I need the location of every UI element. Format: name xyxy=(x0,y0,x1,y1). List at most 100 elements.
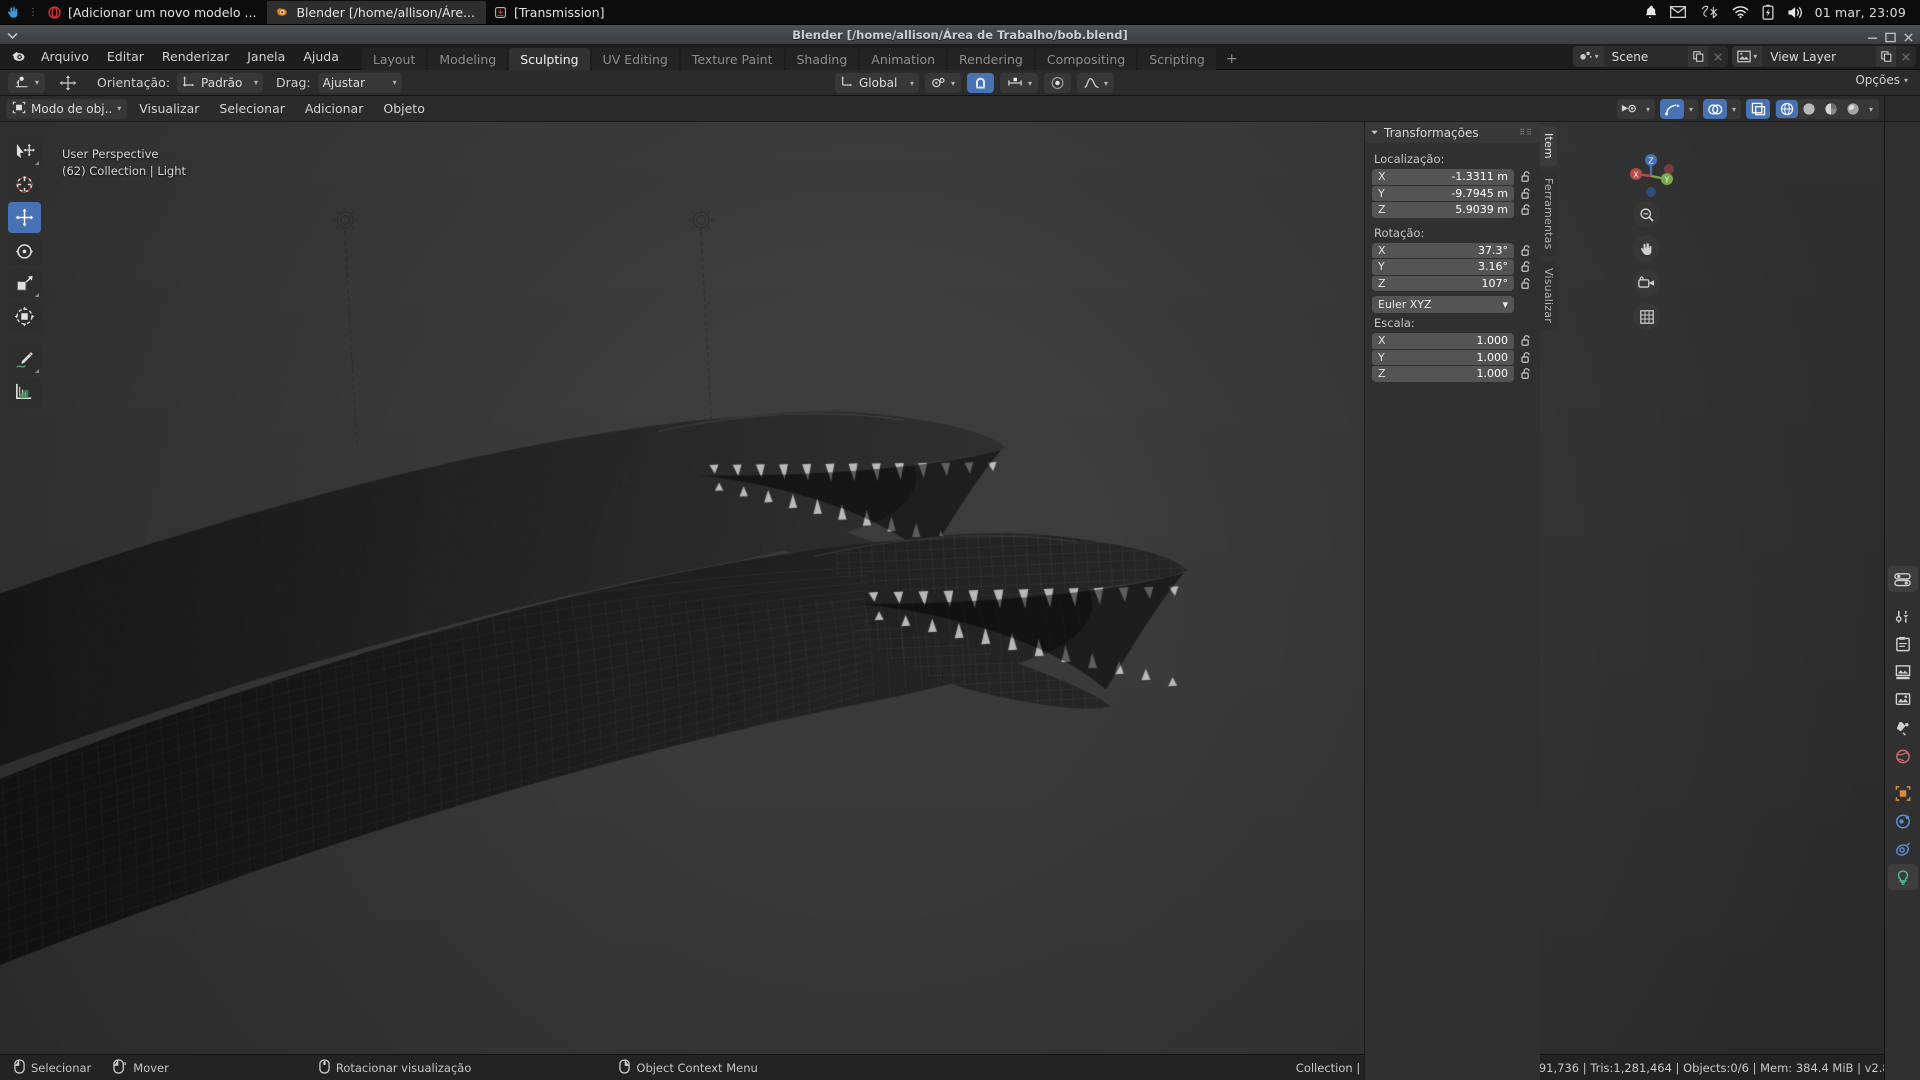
output-properties-tab[interactable] xyxy=(1888,631,1918,657)
transform-panel-header[interactable]: Transformações ⠿⠿ xyxy=(1365,122,1540,143)
viewport-menu-objeto[interactable]: Objeto xyxy=(375,98,433,119)
scale-row-x[interactable]: X 1.000 xyxy=(1372,333,1534,349)
pivot-point-button[interactable]: ▾ xyxy=(925,73,961,93)
view-layer-properties-tab[interactable] xyxy=(1888,659,1918,685)
overlays-icon[interactable] xyxy=(1703,99,1727,119)
workspace-tab-shading[interactable]: Shading xyxy=(786,48,859,70)
camera-view-icon[interactable] xyxy=(1633,269,1660,296)
viewport-menu-adicionar[interactable]: Adicionar xyxy=(297,98,371,119)
snap-magnet-icon[interactable] xyxy=(967,73,994,93)
viewport-canvas[interactable] xyxy=(0,122,1884,1080)
workspace-tab-rendering[interactable]: Rendering xyxy=(948,48,1034,70)
mail-icon[interactable] xyxy=(1670,6,1686,18)
scene-selector[interactable]: ▾ Scene xyxy=(1573,46,1729,67)
viewport-shading-group[interactable]: ▾ xyxy=(1775,99,1879,119)
taskbar-grip[interactable]: ⋮ xyxy=(26,7,40,18)
location-z-field[interactable]: Z 5.9039 m xyxy=(1372,202,1514,218)
unlocked-padlock-icon[interactable] xyxy=(1518,244,1534,257)
scale-x-field[interactable]: X 1.000 xyxy=(1372,333,1514,349)
rotation-row-y[interactable]: Y 3.16° xyxy=(1372,259,1534,275)
unlocked-padlock-icon[interactable] xyxy=(1518,170,1534,183)
rotation-z-field[interactable]: Z 107° xyxy=(1372,276,1514,292)
overlays-group[interactable]: ▾ xyxy=(1703,99,1741,119)
object-properties-tab[interactable] xyxy=(1888,780,1918,806)
annotate-tool[interactable] xyxy=(8,344,41,375)
unlocked-padlock-icon[interactable] xyxy=(1518,367,1534,380)
menu-janela[interactable]: Janela xyxy=(238,46,294,67)
location-row-z[interactable]: Z 5.9039 m xyxy=(1372,202,1534,218)
transform-tool[interactable] xyxy=(8,301,41,332)
unlocked-padlock-icon[interactable] xyxy=(1518,203,1534,216)
duplicate-icon[interactable] xyxy=(1688,46,1708,67)
workspace-tab-modeling[interactable]: Modeling xyxy=(428,48,507,70)
proportional-edit-icon[interactable] xyxy=(1044,73,1071,93)
move-tool[interactable] xyxy=(8,202,41,233)
world-properties-tab[interactable] xyxy=(1888,715,1918,741)
tool-properties-tab[interactable] xyxy=(1888,566,1918,592)
interaction-mode-dropdown[interactable]: Modo de obj.. ▾ xyxy=(6,99,127,119)
taskbar-item-opera[interactable]: [Adicionar um novo modelo ... xyxy=(40,1,267,24)
remove-view-layer-icon[interactable] xyxy=(1896,46,1916,67)
rotation-x-field[interactable]: X 37.3° xyxy=(1372,243,1514,259)
workspace-tab-scripting[interactable]: Scripting xyxy=(1138,48,1216,70)
scale-row-y[interactable]: Y 1.000 xyxy=(1372,350,1534,366)
sidebar-tab-visualizar[interactable]: Visualizar xyxy=(1540,261,1557,330)
unlocked-padlock-icon[interactable] xyxy=(1518,334,1534,347)
navigation-gizmo[interactable]: Z Y X xyxy=(1623,148,1679,208)
volume-icon[interactable] xyxy=(1787,5,1804,20)
menu-editar[interactable]: Editar xyxy=(98,46,153,67)
viewport-menu-selecionar[interactable]: Selecionar xyxy=(211,98,293,119)
scale-tool[interactable] xyxy=(8,268,41,299)
unlocked-padlock-icon[interactable] xyxy=(1518,277,1534,290)
taskbar-item-transmission[interactable]: [Transmission] xyxy=(486,1,616,24)
active-tool-button[interactable]: ▾ xyxy=(8,73,45,93)
object-constraints-tab[interactable] xyxy=(1888,836,1918,862)
scene-properties-tab[interactable] xyxy=(1888,687,1918,713)
smooth-falloff-icon[interactable]: ▾ xyxy=(1077,73,1114,93)
scale-row-z[interactable]: Z 1.000 xyxy=(1372,366,1534,382)
menu-renderizar[interactable]: Renderizar xyxy=(153,46,238,67)
battery-icon[interactable] xyxy=(1762,4,1774,20)
workspace-tab-animation[interactable]: Animation xyxy=(860,48,946,70)
remove-scene-icon[interactable] xyxy=(1708,46,1728,67)
menu-arquivo[interactable]: Arquivo xyxy=(32,46,98,67)
wifi-icon[interactable] xyxy=(1732,5,1749,19)
xray-icon[interactable] xyxy=(1746,99,1770,119)
location-row-x[interactable]: X -1.3311 m xyxy=(1372,169,1534,185)
transform-gizmo-icon[interactable] xyxy=(52,73,84,93)
physics-properties-tab[interactable] xyxy=(1888,808,1918,834)
location-row-y[interactable]: Y -9.7945 m xyxy=(1372,186,1534,202)
drag-dropdown[interactable]: Ajustar ▾ xyxy=(318,73,402,93)
scene-icon[interactable]: ▾ xyxy=(1573,46,1604,67)
gizmo-chevron-down-icon[interactable]: ▾ xyxy=(1684,99,1698,119)
view-layer-selector[interactable]: ▾ View Layer xyxy=(1732,46,1916,67)
pan-hand-icon[interactable] xyxy=(1633,235,1660,262)
zoom-icon[interactable] xyxy=(1633,201,1660,228)
rotation-row-x[interactable]: X 37.3° xyxy=(1372,243,1534,259)
sidebar-tab-item[interactable]: Item xyxy=(1540,126,1557,166)
unlocked-padlock-icon[interactable] xyxy=(1518,187,1534,200)
tweak-select-tool[interactable] xyxy=(8,136,41,167)
snap-mode-button[interactable]: ▾ xyxy=(1000,73,1038,93)
render-properties-tab[interactable] xyxy=(1888,603,1918,629)
rotation-row-z[interactable]: Z 107° xyxy=(1372,276,1534,292)
rotate-tool[interactable] xyxy=(8,235,41,266)
eye-icon[interactable] xyxy=(1617,99,1641,119)
overlays-chevron-down-icon[interactable]: ▾ xyxy=(1727,99,1741,119)
rotation-mode-dropdown[interactable]: Euler XYZ ▾ xyxy=(1372,296,1514,313)
workspace-tab-texture-paint[interactable]: Texture Paint xyxy=(681,48,784,70)
3d-viewport[interactable]: Modo de obj.. ▾ Visualizar Selecionar Ad… xyxy=(0,96,1884,1080)
workspace-tab-uv-editing[interactable]: UV Editing xyxy=(592,48,679,70)
bluetooth-icon[interactable] xyxy=(1699,5,1719,20)
unlocked-padlock-icon[interactable] xyxy=(1518,260,1534,273)
rotation-y-field[interactable]: Y 3.16° xyxy=(1372,259,1514,275)
unlocked-padlock-icon[interactable] xyxy=(1518,351,1534,364)
visibility-group[interactable]: ▾ xyxy=(1617,99,1655,119)
workspace-tab-sculpting[interactable]: Sculpting xyxy=(509,48,589,70)
location-y-field[interactable]: Y -9.7945 m xyxy=(1372,186,1514,202)
toggle-ortho-icon[interactable] xyxy=(1633,303,1660,330)
add-workspace-button[interactable]: + xyxy=(1218,51,1246,70)
measure-tool[interactable] xyxy=(8,377,41,408)
workspace-tab-compositing[interactable]: Compositing xyxy=(1036,48,1136,70)
duplicate-icon[interactable] xyxy=(1876,46,1896,67)
